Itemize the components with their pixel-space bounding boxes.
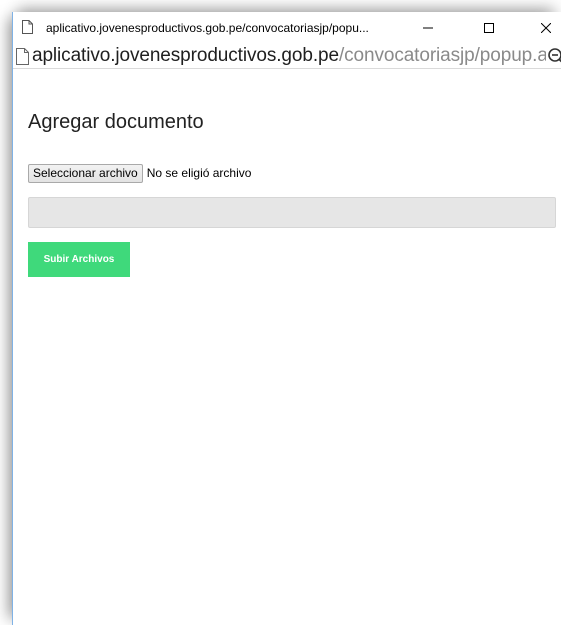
file-input[interactable]: Seleccionar archivo No se eligió archivo [28,163,251,183]
file-status-text: No se eligió archivo [146,166,252,180]
page-content: Agregar documento Seleccionar archivo No… [13,69,561,625]
minimize-icon [423,27,433,29]
minimize-button[interactable] [405,12,451,44]
zoom-button[interactable] [546,46,561,66]
document-icon [16,48,29,65]
document-icon [22,20,33,34]
title-bar[interactable]: aplicativo.jovenesproductivos.gob.pe/con… [13,12,561,44]
upload-progress-bar [28,197,556,228]
close-button[interactable] [523,12,561,44]
upload-files-button[interactable]: Subir Archivos [28,242,130,277]
address-host: aplicativo.jovenesproductivos.gob.pe [32,45,339,66]
close-icon [541,23,551,33]
choose-file-button[interactable]: Seleccionar archivo [28,163,143,183]
maximize-button[interactable] [466,12,512,44]
address-path: /convocatoriasjp/popup.as [338,45,558,66]
window-title: aplicativo.jovenesproductivos.gob.pe/con… [46,21,369,35]
address-bar[interactable]: aplicativo.jovenesproductivos.gob.pe/con… [13,44,561,69]
maximize-icon [484,23,494,33]
address-url[interactable]: aplicativo.jovenesproductivos.gob.pe/con… [32,44,557,68]
zoom-icon [548,48,561,63]
popup-window: aplicativo.jovenesproductivos.gob.pe/con… [12,12,561,625]
page-title: Agregar documento [28,111,204,133]
